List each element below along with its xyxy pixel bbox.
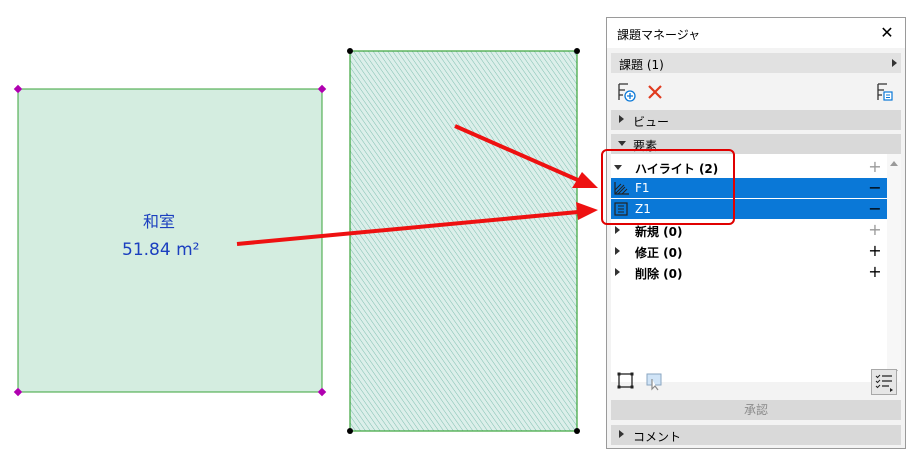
issue-manager-panel: 課題マネージャ ✕ 課題 (1) ビュー 要素 ハイライト (2) + F1 −… [606, 17, 906, 449]
close-icon[interactable]: ✕ [877, 23, 897, 43]
dropdown-arrow-icon [892, 59, 897, 67]
tree-scrollbar[interactable] [887, 154, 901, 382]
fill-vertex-handle[interactable] [347, 48, 353, 54]
expand-arrow-icon[interactable] [615, 268, 620, 276]
expand-arrow-icon[interactable] [615, 247, 620, 255]
collapse-arrow-icon [618, 141, 626, 146]
callout-highlight-box [601, 149, 735, 225]
tree-group-label: 修正 (0) [635, 246, 683, 260]
export-issue-icon[interactable] [873, 81, 895, 103]
new-issue-icon[interactable] [615, 81, 637, 103]
fill-element[interactable] [347, 48, 580, 434]
section-comment-header[interactable]: コメント [611, 425, 901, 445]
panel-title: 課題マネージャ [617, 28, 701, 42]
scroll-up-icon[interactable] [890, 161, 898, 166]
expand-arrow-icon [619, 115, 624, 123]
remove-element-button[interactable]: − [867, 199, 883, 219]
tree-group-deleted[interactable]: 削除 (0) + [611, 262, 887, 282]
fill-vertex-handle[interactable] [574, 428, 580, 434]
zone-area-label: 51.84 m² [122, 240, 200, 260]
add-element-button[interactable]: + [867, 241, 883, 261]
select-elements-icon[interactable] [615, 370, 637, 392]
zone-name-label: 和室 [143, 212, 176, 231]
element-list-options-button[interactable] [871, 369, 897, 395]
tree-group-modified[interactable]: 修正 (0) + [611, 241, 887, 261]
add-element-button[interactable]: + [867, 220, 883, 240]
panel-titlebar[interactable]: 課題マネージャ ✕ [607, 18, 905, 48]
issues-dropdown[interactable]: 課題 (1) [611, 53, 901, 73]
fill-vertex-handle[interactable] [574, 48, 580, 54]
issues-dropdown-value: 課題 (1) [619, 58, 664, 72]
highlight-elements-icon[interactable] [643, 370, 665, 392]
delete-issue-icon[interactable] [644, 81, 666, 103]
tree-group-label: 新規 (0) [635, 225, 683, 239]
tree-group-label: 削除 (0) [635, 267, 683, 281]
expand-arrow-icon[interactable] [615, 226, 620, 234]
section-view-header[interactable]: ビュー [611, 110, 901, 130]
expand-arrow-icon [619, 430, 624, 438]
checklist-icon [875, 374, 893, 392]
add-element-button[interactable]: + [867, 157, 883, 177]
section-comment-label: コメント [633, 430, 682, 444]
section-view-label: ビュー [633, 115, 670, 129]
remove-element-button[interactable]: − [867, 178, 883, 198]
fill-vertex-handle[interactable] [347, 428, 353, 434]
add-element-button[interactable]: + [867, 262, 883, 282]
approve-button[interactable]: 承認 [611, 400, 901, 420]
